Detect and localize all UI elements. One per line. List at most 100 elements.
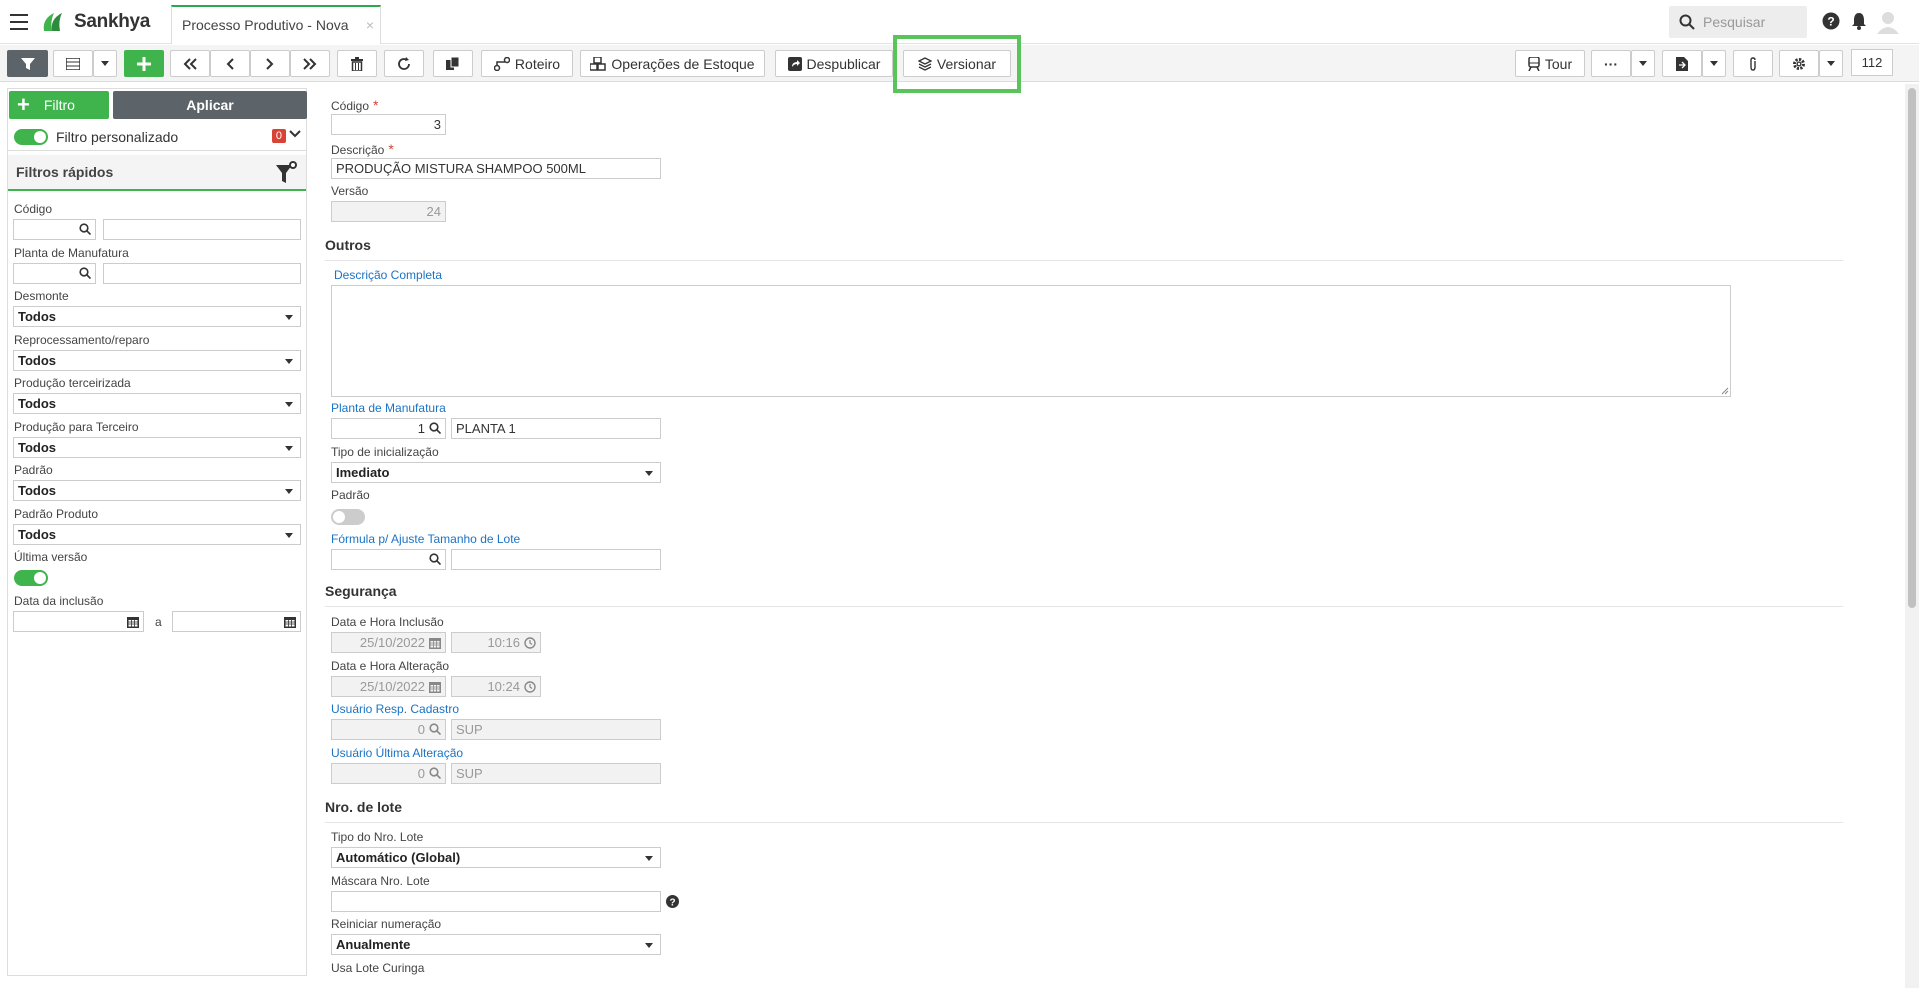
search-icon[interactable] — [79, 223, 91, 235]
dh-alteracao-time-input: 10:24 — [451, 676, 541, 697]
roteiro-button[interactable]: Roteiro — [481, 50, 573, 77]
filter-planta-label: Planta de Manufatura — [14, 246, 129, 260]
search-icon — [429, 767, 441, 779]
usr-cadastro-code-input: 0 — [331, 719, 446, 740]
apply-filter-button[interactable]: Aplicar — [113, 91, 307, 119]
usr-cadastro-code-value: 0 — [417, 722, 425, 737]
add-button[interactable] — [124, 50, 164, 77]
descricao-input[interactable]: PRODUÇÃO MISTURA SHAMPOO 500ML — [331, 158, 661, 179]
filter-codigo-label: Código — [14, 202, 53, 216]
formula-code-input[interactable] — [331, 549, 446, 570]
help-icon[interactable]: ? — [1822, 12, 1840, 30]
codigo-input[interactable]: 3 — [331, 114, 446, 135]
grid-view-button[interactable] — [53, 50, 93, 77]
filter-ultima-versao-toggle[interactable] — [14, 570, 48, 586]
formula-name-input[interactable] — [451, 549, 661, 570]
more-actions-dropdown[interactable] — [1631, 50, 1655, 77]
svg-text:?: ? — [1827, 15, 1834, 29]
reiniciar-select[interactable]: Anualmente — [331, 934, 661, 955]
tour-button[interactable]: Tour — [1515, 50, 1585, 77]
search-icon — [1679, 14, 1695, 30]
filter-toggle-button[interactable] — [7, 50, 48, 77]
formula-label[interactable]: Fórmula p/ Ajuste Tamanho de Lote — [331, 532, 520, 546]
settings-button[interactable] — [1779, 50, 1819, 77]
usr-alteracao-label[interactable]: Usuário Última Alteração — [331, 746, 463, 760]
more-actions-button[interactable]: ··· — [1591, 50, 1631, 77]
chevron-left-icon — [226, 57, 234, 70]
duplicate-button[interactable] — [433, 50, 473, 77]
filter-data-inicio-input[interactable] — [13, 611, 144, 632]
search-icon[interactable] — [79, 267, 91, 279]
descricao-completa-textarea[interactable] — [331, 285, 1731, 397]
gear-icon — [1793, 57, 1805, 70]
filter-planta-desc-input[interactable] — [103, 263, 301, 284]
padrao-label: Padrão — [331, 488, 370, 502]
filter-padrao-select[interactable]: Todos — [13, 480, 301, 501]
grid-view-dropdown[interactable] — [93, 50, 117, 77]
filter-desmonte-select[interactable]: Todos — [13, 306, 301, 327]
planta-name-input[interactable]: PLANTA 1 — [451, 418, 661, 439]
dh-inclusao-time-value: 10:16 — [487, 635, 520, 650]
first-record-button[interactable] — [170, 50, 210, 77]
tipo-lote-label: Tipo do Nro. Lote — [331, 830, 424, 844]
descricao-completa-label[interactable]: Descrição Completa — [334, 268, 442, 282]
calendar-icon[interactable] — [284, 616, 296, 628]
avatar-icon[interactable] — [1876, 10, 1900, 34]
filter-data-fim-input[interactable] — [172, 611, 301, 632]
calendar-icon[interactable] — [127, 616, 139, 628]
settings-dropdown[interactable] — [1819, 50, 1843, 77]
report-dropdown[interactable] — [1702, 50, 1726, 77]
refresh-button[interactable] — [384, 50, 424, 77]
filter-terceirizada-select[interactable]: Todos — [13, 393, 301, 414]
search-icon[interactable] — [429, 422, 441, 434]
previous-record-button[interactable] — [210, 50, 250, 77]
planta-label[interactable]: Planta de Manufatura — [331, 401, 446, 415]
tipo-init-select[interactable]: Imediato — [331, 462, 661, 483]
filter-data-a-label: a — [155, 615, 162, 629]
add-filter-button[interactable]: + Filtro — [9, 91, 109, 119]
planta-code-input[interactable]: 1 — [331, 418, 446, 439]
vertical-scrollbar[interactable] — [1905, 84, 1919, 988]
search-icon[interactable] — [429, 553, 441, 565]
tab-processo-produtivo[interactable]: Processo Produtivo - Nova × — [171, 5, 381, 44]
roteiro-label: Roteiro — [514, 55, 561, 72]
scrollbar-thumb[interactable] — [1908, 88, 1916, 608]
mascara-input[interactable] — [331, 891, 661, 912]
section-seguranca: Segurança — [325, 583, 397, 599]
filter-planta-code-input[interactable] — [13, 263, 96, 284]
descricao-label-text: Descrição — [331, 143, 385, 157]
operacoes-estoque-button[interactable]: Operações de Estoque — [580, 50, 765, 77]
tipo-lote-select[interactable]: Automático (Global) — [331, 847, 661, 868]
filter-reproc-select[interactable]: Todos — [13, 350, 301, 371]
filter-para-terceiro-select[interactable]: Todos — [13, 437, 301, 458]
filter-codigo-desc-input[interactable] — [103, 219, 301, 240]
attachment-button[interactable] — [1733, 50, 1773, 77]
delete-button[interactable] — [337, 50, 377, 77]
report-button[interactable] — [1662, 50, 1702, 77]
operacoes-estoque-label: Operações de Estoque — [611, 55, 755, 72]
custom-filter-toggle[interactable] — [14, 128, 48, 145]
padrao-toggle[interactable] — [331, 509, 365, 525]
brand-logo[interactable]: Sankhya — [40, 8, 150, 36]
filter-padrao-label: Padrão — [14, 463, 53, 477]
last-record-button[interactable] — [290, 50, 330, 77]
quick-filters-title: Filtros rápidos — [16, 164, 114, 180]
next-record-button[interactable] — [250, 50, 290, 77]
filter-data-inclusao-label: Data da inclusão — [14, 594, 104, 608]
search-box[interactable]: Pesquisar — [1669, 6, 1807, 38]
resize-handle-icon[interactable] — [1721, 387, 1729, 395]
help-icon[interactable]: ? — [666, 895, 679, 908]
filter-padrao-produto-select[interactable]: Todos — [13, 524, 301, 545]
menu-icon[interactable] — [10, 14, 28, 30]
filter-codigo-code-input[interactable] — [13, 219, 96, 240]
dh-alteracao-label: Data e Hora Alteração — [331, 659, 450, 673]
filter-desmonte-label: Desmonte — [14, 289, 69, 303]
svg-text:?: ? — [669, 897, 675, 908]
filter-settings-icon[interactable] — [276, 161, 298, 185]
descricao-required-mark: * — [388, 141, 394, 157]
chevron-down-icon[interactable] — [289, 127, 301, 141]
tab-close-icon[interactable]: × — [366, 17, 374, 33]
usr-cadastro-label[interactable]: Usuário Resp. Cadastro — [331, 702, 459, 716]
bell-icon[interactable] — [1851, 12, 1867, 30]
despublicar-button[interactable]: Despublicar — [775, 50, 893, 77]
